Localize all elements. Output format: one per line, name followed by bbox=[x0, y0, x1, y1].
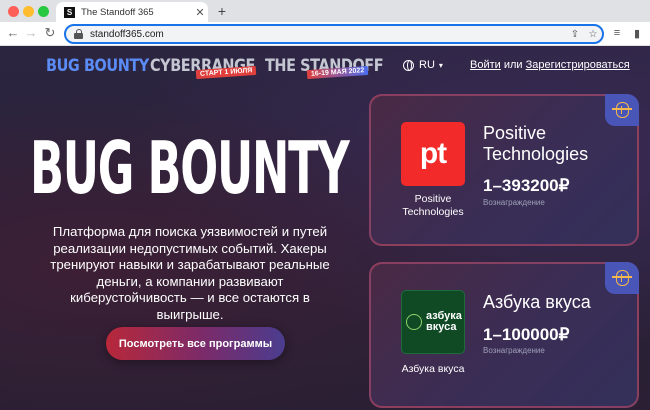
view-all-programs-button[interactable]: Посмотреть все программы bbox=[106, 327, 285, 360]
company-caption: Азбука вкуса bbox=[401, 363, 465, 375]
auth-links: Войти или Зарегистрироваться bbox=[470, 59, 630, 71]
hero-title: BUG BOUNTY bbox=[30, 126, 350, 210]
program-card[interactable]: азбука вкуса Азбука вкуса Азбука вкуса 1… bbox=[369, 262, 639, 408]
back-arrow-icon[interactable]: ← bbox=[5, 25, 21, 40]
reward-amount: 1–393200₽ bbox=[483, 176, 570, 195]
close-window-button[interactable] bbox=[8, 6, 19, 17]
bug-icon bbox=[611, 270, 632, 286]
site-favicon-icon: S bbox=[64, 6, 75, 18]
hero-description: Платформа для поиска уязвимостей и путей… bbox=[50, 224, 330, 322]
globe-icon bbox=[403, 59, 414, 71]
minimize-window-button[interactable] bbox=[23, 6, 34, 17]
register-link[interactable]: Зарегистрироваться bbox=[526, 59, 630, 71]
chevron-down-icon: ▾ bbox=[438, 60, 443, 70]
browser-tab-bar: S The Standoff 365 ✕ + bbox=[0, 0, 650, 22]
positive-technologies-logo: pt bbox=[401, 122, 465, 186]
reward-label: Вознаграждение bbox=[483, 198, 545, 207]
tab-close-icon[interactable]: ✕ bbox=[192, 6, 208, 19]
sidebar-icon[interactable]: ▮ bbox=[630, 27, 644, 40]
language-label: RU bbox=[419, 59, 435, 71]
reward-amount: 1–100000₽ bbox=[483, 325, 570, 344]
maximize-window-button[interactable] bbox=[38, 6, 49, 17]
page-content: BUG BOUNTY CYBERRANGE СТАРТ 1 ИЮЛЯ THE S… bbox=[0, 46, 650, 410]
url-text[interactable]: standoff365.com bbox=[90, 29, 566, 40]
azbuka-vkusa-mark-icon bbox=[406, 314, 422, 330]
browser-toolbar: ← → ↻ standoff365.com ⇪ ☆ ≡ ▮ bbox=[0, 22, 650, 46]
reload-icon[interactable]: ↻ bbox=[42, 25, 58, 41]
new-tab-icon[interactable]: + bbox=[214, 3, 230, 19]
address-bar[interactable]: standoff365.com ⇪ ☆ bbox=[64, 24, 604, 44]
share-icon[interactable]: ⇪ bbox=[566, 29, 584, 40]
forward-arrow-icon[interactable]: → bbox=[23, 25, 39, 40]
login-link[interactable]: Войти bbox=[470, 59, 501, 71]
azbuka-vkusa-logo: азбука вкуса bbox=[401, 290, 465, 354]
program-name[interactable]: Азбука вкуса bbox=[483, 292, 591, 313]
bug-badge bbox=[605, 94, 639, 126]
reading-list-icon[interactable]: ≡ bbox=[610, 27, 624, 39]
tab-title: The Standoff 365 bbox=[81, 6, 154, 18]
company-caption: Positive Technologies bbox=[402, 193, 464, 218]
bug-bounty-logo[interactable]: BUG BOUNTY bbox=[46, 56, 149, 76]
auth-or-text: или bbox=[503, 59, 523, 71]
bug-badge bbox=[605, 262, 639, 294]
program-card[interactable]: pt Positive Technologies Positive Techno… bbox=[369, 94, 639, 246]
program-name[interactable]: Positive Technologies bbox=[483, 123, 637, 165]
bug-icon bbox=[611, 102, 632, 118]
site-header: BUG BOUNTY CYBERRANGE СТАРТ 1 ИЮЛЯ THE S… bbox=[0, 46, 650, 90]
star-icon[interactable]: ☆ bbox=[584, 29, 602, 40]
azbuka-vkusa-logo-text: азбука вкуса bbox=[426, 310, 462, 333]
reward-label: Вознаграждение bbox=[483, 346, 545, 355]
language-selector[interactable]: RU ▾ bbox=[403, 59, 443, 71]
lock-icon[interactable] bbox=[74, 29, 83, 39]
browser-tab[interactable]: S The Standoff 365 ✕ bbox=[56, 2, 208, 22]
